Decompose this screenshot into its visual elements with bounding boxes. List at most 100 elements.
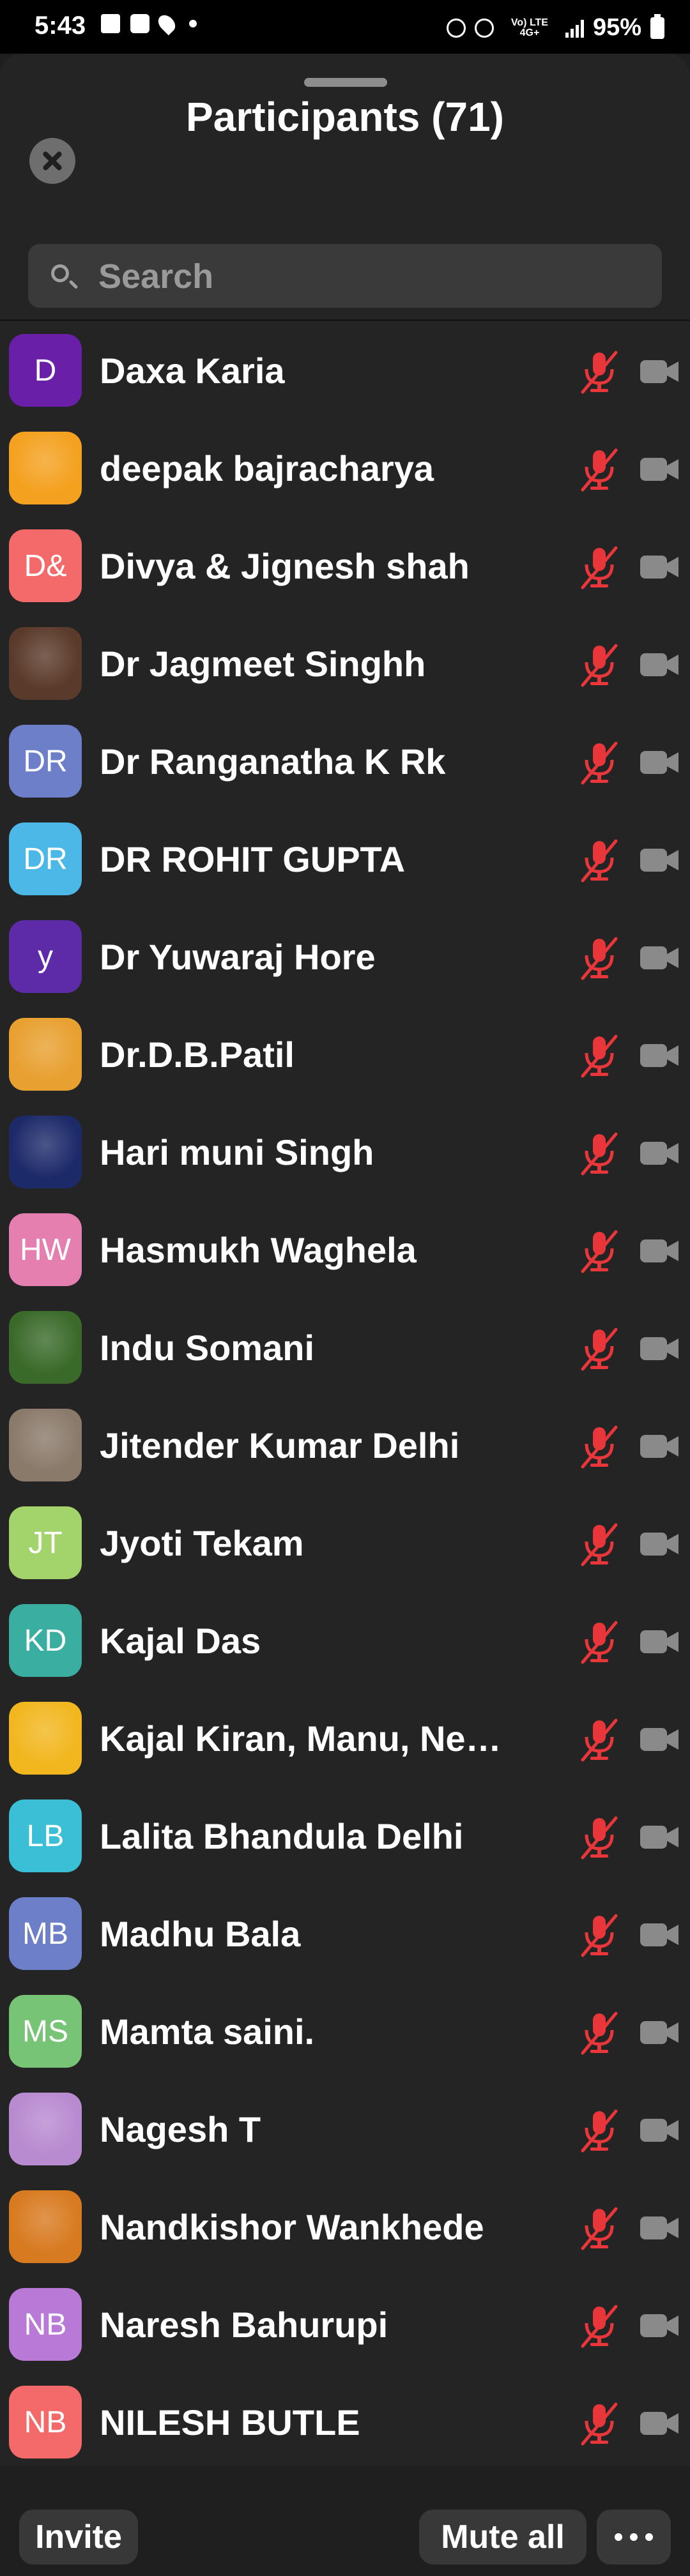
avatar: JT [9, 1506, 82, 1579]
camera-icon[interactable] [639, 651, 680, 679]
camera-icon[interactable] [639, 2214, 680, 2242]
invite-button[interactable]: Invite [19, 2510, 138, 2565]
participant-row[interactable]: Nagesh T [0, 2080, 690, 2178]
close-button[interactable] [29, 138, 75, 184]
avatar [9, 1409, 82, 1481]
mic-muted-icon[interactable] [579, 643, 620, 688]
participant-name: Daxa Karia [100, 351, 285, 391]
participant-name: Divya & Jignesh shah [100, 546, 470, 586]
participant-row[interactable]: Nandkishor Wankhede [0, 2178, 690, 2276]
mute-all-button[interactable]: Mute all [419, 2510, 586, 2565]
more-options-button[interactable] [597, 2510, 671, 2565]
participant-row[interactable]: y Dr Yuwaraj Hore [0, 908, 690, 1006]
participant-name: Hari muni Singh [100, 1132, 374, 1172]
participant-row[interactable]: Indu Somani [0, 1299, 690, 1397]
mic-muted-icon[interactable] [579, 1718, 620, 1762]
mic-muted-icon[interactable] [579, 2011, 620, 2056]
participant-row[interactable]: KD Kajal Das [0, 1592, 690, 1690]
participant-name: Hasmukh Waghela [100, 1230, 417, 1270]
avatar [9, 2093, 82, 2165]
camera-icon[interactable] [639, 1921, 680, 1949]
mic-muted-icon[interactable] [579, 1425, 620, 1469]
participant-row[interactable]: MB Madhu Bala [0, 1885, 690, 1983]
camera-icon[interactable] [639, 1628, 680, 1656]
mic-muted-icon[interactable] [579, 1327, 620, 1372]
mic-muted-icon[interactable] [579, 448, 620, 492]
mic-muted-icon[interactable] [579, 838, 620, 883]
avatar [9, 1311, 82, 1384]
alarm-icon [446, 18, 466, 38]
participant-row[interactable]: D& Divya & Jignesh shah [0, 517, 690, 615]
participant-name: Jitender Kumar Delhi [100, 1425, 460, 1466]
camera-icon[interactable] [639, 1237, 680, 1265]
camera-icon[interactable] [639, 1139, 680, 1167]
participant-row[interactable]: HW Hasmukh Waghela [0, 1201, 690, 1299]
participant-row[interactable]: MS Mamta saini. [0, 1983, 690, 2080]
calendar-icon [130, 14, 150, 33]
camera-icon[interactable] [639, 2019, 680, 2047]
participant-row[interactable]: NB Naresh Bahurupi [0, 2276, 690, 2374]
camera-icon[interactable] [639, 944, 680, 972]
participant-name: Mamta saini. [100, 2012, 315, 2052]
avatar: y [9, 920, 82, 993]
search-bar[interactable] [28, 244, 662, 308]
participant-row[interactable]: Jitender Kumar Delhi [0, 1397, 690, 1494]
search-input[interactable] [97, 257, 649, 296]
avatar [9, 2190, 82, 2263]
participant-row[interactable]: DR Dr Ranganatha K Rk [0, 713, 690, 810]
participant-row[interactable]: Kajal Kiran, Manu, Neha… [0, 1690, 690, 1787]
participant-name: Lalita Bhandula Delhi [100, 1816, 464, 1856]
more-icon [615, 2533, 653, 2541]
avatar: DR [9, 822, 82, 895]
avatar: MS [9, 1995, 82, 2068]
mic-muted-icon[interactable] [579, 1132, 620, 1176]
mic-muted-icon[interactable] [579, 1815, 620, 1860]
mic-muted-icon[interactable] [579, 1620, 620, 1665]
participant-row[interactable]: JT Jyoti Tekam [0, 1494, 690, 1592]
mic-muted-icon[interactable] [579, 2304, 620, 2349]
avatar: LB [9, 1799, 82, 1872]
participant-row[interactable]: Hari muni Singh [0, 1103, 690, 1201]
mic-muted-icon[interactable] [579, 545, 620, 590]
battery-percent: 95% [592, 14, 641, 41]
network-type: Vo) LTE 4G+ [510, 17, 548, 38]
camera-icon[interactable] [639, 553, 680, 581]
camera-icon[interactable] [639, 455, 680, 483]
sheet-drag-handle[interactable] [304, 78, 387, 87]
camera-icon[interactable] [639, 748, 680, 777]
camera-icon[interactable] [639, 1823, 680, 1851]
participant-name: Nandkishor Wankhede [100, 2207, 484, 2247]
camera-icon[interactable] [639, 1042, 680, 1070]
camera-icon[interactable] [639, 1335, 680, 1363]
participant-row[interactable]: NB NILESH BUTLE [0, 2374, 690, 2471]
mic-muted-icon[interactable] [579, 1913, 620, 1958]
camera-icon[interactable] [639, 846, 680, 874]
mic-muted-icon[interactable] [579, 936, 620, 981]
avatar [9, 432, 82, 504]
mic-muted-icon[interactable] [579, 1229, 620, 1274]
camera-icon[interactable] [639, 1530, 680, 1558]
participant-row[interactable]: Dr.D.B.Patil [0, 1006, 690, 1103]
participant-row[interactable]: deepak bajracharya [0, 420, 690, 517]
camera-icon[interactable] [639, 358, 680, 386]
camera-icon[interactable] [639, 2409, 680, 2437]
mic-muted-icon[interactable] [579, 350, 620, 395]
camera-icon[interactable] [639, 2312, 680, 2340]
camera-icon[interactable] [639, 1432, 680, 1460]
divider [0, 319, 690, 321]
mic-muted-icon[interactable] [579, 2109, 620, 2153]
mic-muted-icon[interactable] [579, 1034, 620, 1079]
avatar [9, 1116, 82, 1188]
participants-sheet: Participants (71) D Daxa Karia deepak baj… [0, 54, 690, 2576]
participant-row[interactable]: Dr Jagmeet Singhh [0, 615, 690, 713]
participant-row[interactable]: LB Lalita Bhandula Delhi [0, 1787, 690, 1885]
mic-muted-icon[interactable] [579, 741, 620, 785]
mic-muted-icon[interactable] [579, 1522, 620, 1567]
mic-muted-icon[interactable] [579, 2402, 620, 2446]
mic-muted-icon[interactable] [579, 2206, 620, 2251]
camera-icon[interactable] [639, 2116, 680, 2144]
camera-icon[interactable] [639, 1725, 680, 1754]
participant-row[interactable]: D Daxa Karia [0, 322, 690, 420]
system-icons: Vo) LTE 4G+ 95% [446, 13, 664, 42]
participant-row[interactable]: DR DR ROHIT GUPTA [0, 810, 690, 908]
